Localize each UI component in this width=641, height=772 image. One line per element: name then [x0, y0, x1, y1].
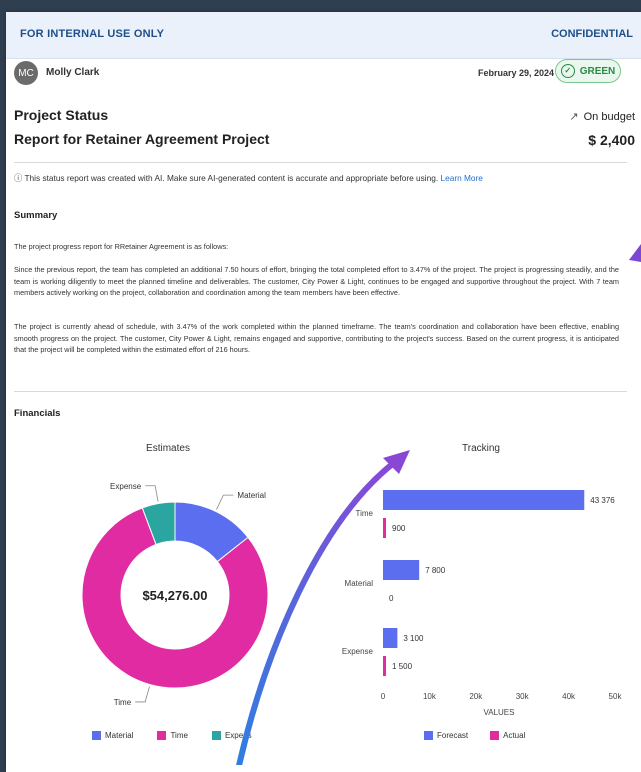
x-tick-label: 0 — [381, 692, 386, 701]
summary-intro: The project progress report for RRetaine… — [14, 242, 229, 251]
donut-center-total: $54,276.00 — [142, 588, 207, 603]
tracking-chart-title: Tracking — [462, 443, 500, 454]
bar-category-label: Expense — [342, 647, 374, 656]
bar-value-label: 0 — [389, 594, 394, 603]
x-tick-label: 50k — [609, 692, 623, 701]
budget-amount: $ 2,400 — [588, 132, 635, 148]
legend-swatch-expense — [211, 731, 221, 741]
bar-actual-time[interactable] — [383, 518, 386, 538]
page-subtitle: Report for Retainer Agreement Project — [14, 131, 270, 147]
legend-item-forecast: Forecast — [424, 731, 468, 741]
donut-label-material: Material — [237, 491, 266, 500]
donut-leader-line — [145, 485, 159, 502]
donut-leader-line — [216, 494, 234, 510]
bar-category-label: Material — [345, 579, 374, 588]
status-badge: ✓ GREEN — [555, 59, 621, 83]
ai-disclaimer: ⓘ This status report was created with AI… — [14, 172, 483, 184]
bar-category-label: Time — [356, 509, 374, 518]
legend-swatch-time — [157, 731, 167, 741]
x-tick-label: 20k — [469, 692, 483, 701]
estimates-legend: Material Time Expens — [92, 731, 252, 741]
summary-paragraph-1: Since the previous report, the team has … — [14, 265, 619, 297]
confidential-label: CONFIDENTIAL — [551, 28, 633, 40]
x-axis-label: VALUES — [484, 708, 515, 717]
legend-item-expense: Expens — [211, 731, 252, 741]
divider — [14, 391, 627, 392]
learn-more-link[interactable]: Learn More — [440, 173, 482, 183]
tracking-bar-chart: Time 43 376 900 Material 7 800 0 Expense 3 100 1… — [342, 490, 623, 717]
bar-actual-expense[interactable] — [383, 656, 386, 676]
financials-heading: Financials — [14, 408, 61, 419]
summary-heading: Summary — [14, 210, 58, 221]
ai-info-icon: ⓘ — [14, 173, 23, 183]
status-label: GREEN — [579, 65, 616, 77]
legend-swatch-actual — [490, 731, 500, 741]
legend-item-time: Time — [157, 731, 188, 741]
report-date: February 29, 2024 — [478, 68, 555, 78]
bar-forecast-expense[interactable] — [383, 628, 398, 648]
author-name: Molly Clark — [46, 67, 100, 78]
legend-item-actual: Actual — [490, 731, 525, 741]
donut-label-expense: Expense — [110, 482, 142, 491]
confidentiality-bar: FOR INTERNAL USE ONLY CONFIDENTIAL — [6, 12, 641, 59]
internal-use-label: FOR INTERNAL USE ONLY — [20, 28, 165, 40]
ai-disclaimer-text: This status report was created with AI. … — [24, 173, 439, 183]
summary-paragraph-2: The project is currently ahead of schedu… — [14, 322, 619, 354]
budget-status: ↗ On budget — [569, 110, 635, 124]
bar-value-label: 900 — [392, 524, 406, 533]
check-circle-icon: ✓ — [560, 64, 575, 78]
bar-value-label: 3 100 — [403, 634, 424, 643]
bar-value-label: 43 376 — [590, 496, 615, 505]
budget-label: On budget — [583, 110, 635, 123]
legend-swatch-material — [92, 731, 101, 741]
legend-item-material: Material — [92, 731, 133, 741]
donut-label-time: Time — [114, 698, 132, 707]
donut-leader-line — [135, 686, 150, 703]
divider — [14, 162, 627, 163]
legend-swatch-forecast — [424, 731, 433, 741]
page-title: Project Status — [14, 107, 109, 123]
bar-value-label: 1 500 — [392, 662, 413, 671]
bar-forecast-time[interactable] — [383, 490, 585, 510]
estimates-donut-chart: Material Time Expense $54,276.00 — [81, 482, 269, 707]
estimates-chart-title: Estimates — [146, 443, 190, 454]
avatar: MC — [14, 61, 38, 85]
bar-forecast-material[interactable] — [383, 560, 420, 580]
x-tick-label: 10k — [423, 692, 437, 701]
tracking-legend: Forecast Actual — [424, 731, 525, 741]
x-tick-label: 40k — [562, 692, 576, 701]
x-tick-label: 30k — [516, 692, 530, 701]
trend-up-icon: ↗ — [569, 111, 579, 123]
bar-value-label: 7 800 — [425, 566, 446, 575]
